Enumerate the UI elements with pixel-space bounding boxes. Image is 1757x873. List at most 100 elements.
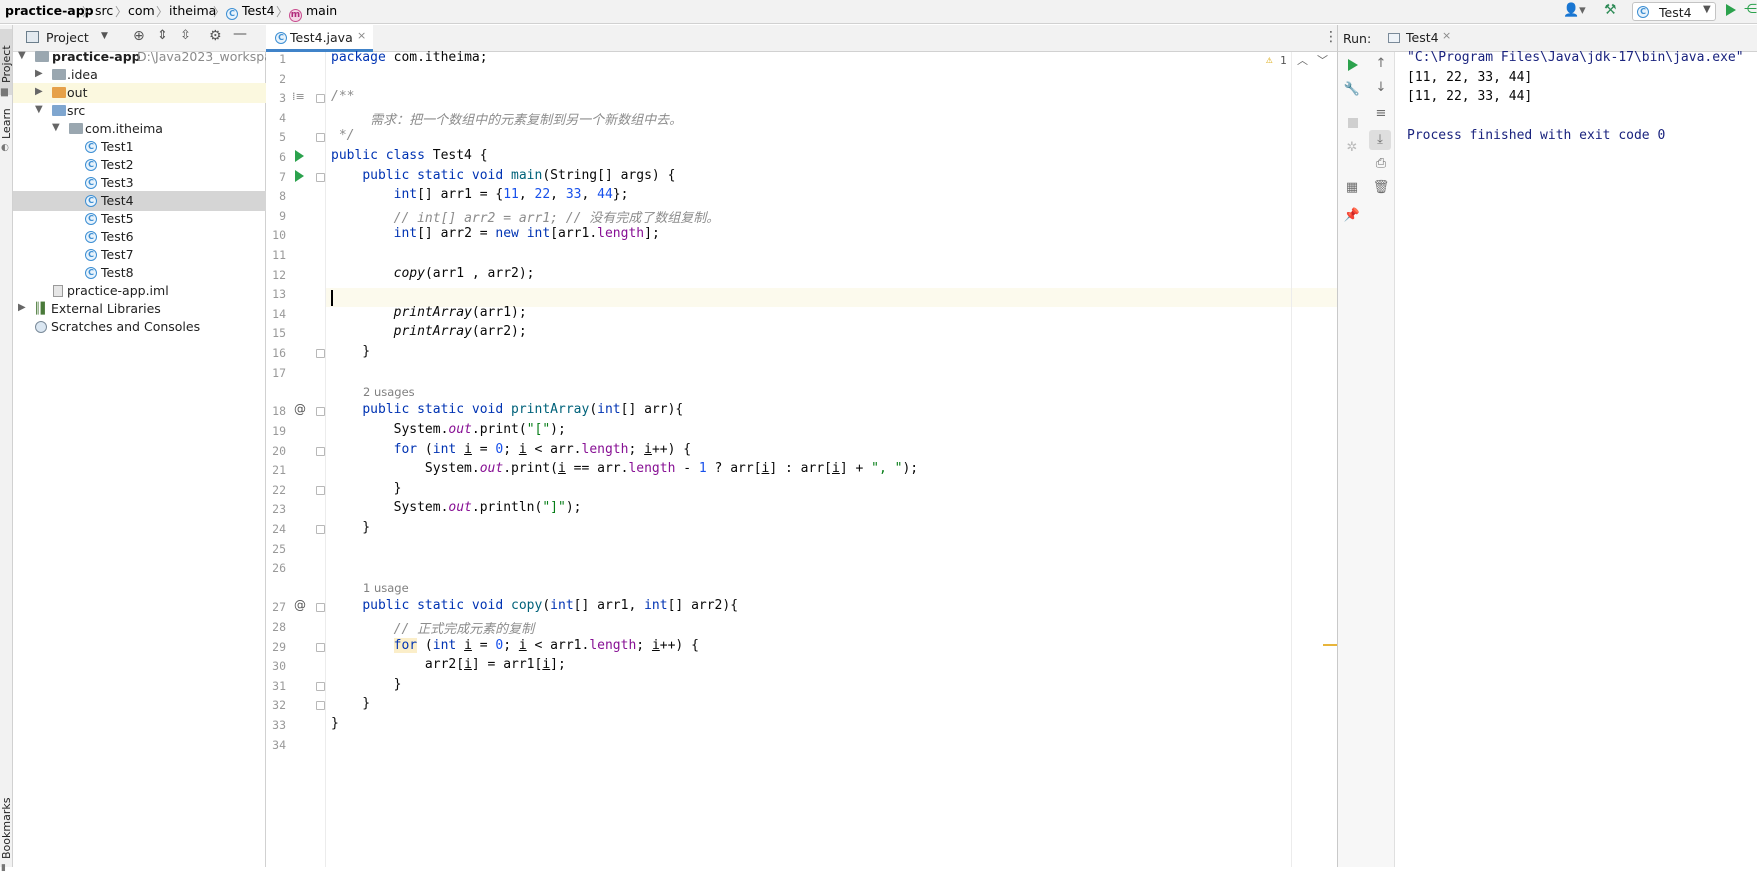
fold-icon[interactable] bbox=[316, 525, 325, 534]
tree-item-test7[interactable]: C Test7 bbox=[13, 245, 266, 265]
usages-hint[interactable]: 2 usages bbox=[363, 385, 415, 399]
console-output[interactable]: "C:\Program Files\Java\jdk-17\bin\java.e… bbox=[1395, 50, 1757, 867]
rerun-icon[interactable] bbox=[1348, 59, 1358, 71]
doc-render-icon[interactable]: ⁞≡ bbox=[292, 90, 305, 103]
right-margin-guide bbox=[1291, 52, 1292, 867]
tree-item-scratches[interactable]: Scratches and Consoles bbox=[13, 317, 266, 337]
chevron-right-icon[interactable]: ▶ bbox=[35, 68, 43, 79]
usages-hint[interactable]: 1 usage bbox=[363, 581, 409, 595]
locate-crosshair-icon[interactable]: ⊕ bbox=[133, 28, 145, 44]
warning-icon[interactable]: ⚠ bbox=[1266, 53, 1273, 66]
fold-icon[interactable] bbox=[316, 349, 325, 358]
warning-stripe-marker[interactable] bbox=[1323, 644, 1337, 646]
tree-item-test5[interactable]: C Test5 bbox=[13, 209, 266, 229]
fold-icon[interactable] bbox=[316, 643, 325, 652]
project-tool-label[interactable]: Project bbox=[0, 45, 13, 83]
code-editor[interactable]: package com.itheima; /** 需求：把一个数组中的元素复制到… bbox=[326, 50, 1337, 867]
run-play-icon[interactable] bbox=[1726, 4, 1736, 16]
collapse-all-icon[interactable]: ⇳ bbox=[180, 28, 191, 43]
tree-item-test2[interactable]: C Test2 bbox=[13, 155, 266, 175]
fold-icon[interactable] bbox=[316, 407, 325, 416]
breadcrumb-project[interactable]: practice-app bbox=[5, 3, 94, 18]
tree-item-src[interactable]: ▼ src bbox=[13, 101, 266, 121]
tree-item-iml[interactable]: practice-app.iml bbox=[13, 281, 266, 301]
fold-icon[interactable] bbox=[316, 133, 325, 142]
breadcrumb-method[interactable]: m main bbox=[289, 3, 337, 22]
breadcrumb-com[interactable]: com bbox=[128, 3, 155, 18]
previous-highlight-icon[interactable]: ︿ bbox=[1297, 52, 1308, 68]
fold-icon[interactable] bbox=[316, 603, 325, 612]
usages-icon[interactable]: @ bbox=[294, 598, 306, 612]
print-icon[interactable]: ⎙ bbox=[1372, 156, 1390, 171]
fold-icon[interactable] bbox=[316, 682, 325, 691]
tree-item-test1[interactable]: C Test1 bbox=[13, 137, 266, 157]
debug-bug-icon[interactable]: ⋲ bbox=[1744, 2, 1757, 17]
fold-icon[interactable] bbox=[316, 173, 325, 182]
run-configuration-select[interactable]: C Test4 ▼ bbox=[1632, 2, 1716, 21]
chevron-right-icon[interactable]: ▶ bbox=[35, 86, 43, 97]
tree-item-out[interactable]: ▶ out bbox=[13, 83, 266, 103]
project-tree: ▼ practice-app D:\Java2023_workspa ▶ .id… bbox=[13, 49, 266, 867]
tree-item-com-itheima[interactable]: ▼ com.itheima bbox=[13, 119, 266, 139]
tree-item-test6[interactable]: C Test6 bbox=[13, 227, 266, 247]
breadcrumb-src[interactable]: src bbox=[95, 3, 113, 18]
method-icon: m bbox=[289, 9, 302, 22]
run-panel-toolbar: 🔧 ✲ ▦ 📌 ↑ ↓ ≡ ⤓ ⎙ 🗑 bbox=[1337, 52, 1395, 867]
fold-icon[interactable] bbox=[316, 701, 325, 710]
tree-item-idea[interactable]: ▶ .idea bbox=[13, 65, 266, 85]
expand-all-icon[interactable]: ⇕ bbox=[157, 28, 168, 43]
gear-icon[interactable]: ⚙ bbox=[209, 28, 222, 44]
run-configuration-label: Test4 bbox=[1659, 5, 1692, 20]
run-method-icon[interactable] bbox=[295, 170, 304, 182]
fold-icon[interactable] bbox=[316, 94, 325, 103]
module-folder-icon bbox=[35, 51, 49, 62]
tree-item-label: .idea bbox=[67, 67, 98, 82]
scroll-to-end-toggle[interactable]: ⤓ bbox=[1369, 130, 1391, 150]
next-highlight-icon[interactable]: ﹀ bbox=[1317, 52, 1328, 68]
chevron-right-icon[interactable]: ▶ bbox=[18, 302, 26, 313]
fold-icon[interactable] bbox=[316, 447, 325, 456]
tree-item-test3[interactable]: C Test3 bbox=[13, 173, 266, 193]
line-number: 28 bbox=[272, 620, 286, 634]
usages-icon[interactable]: @ bbox=[294, 402, 306, 416]
arrow-up-icon[interactable]: ↑ bbox=[1372, 56, 1390, 71]
more-options-icon[interactable]: ⋮ bbox=[1324, 29, 1338, 45]
tree-item-test8[interactable]: C Test8 bbox=[13, 263, 266, 283]
tree-item-label: External Libraries bbox=[51, 301, 161, 316]
chevron-down-icon[interactable]: ▼ bbox=[35, 104, 43, 115]
bookmarks-tool-label[interactable]: Bookmarks bbox=[0, 798, 13, 859]
soft-wrap-icon[interactable]: ≡ bbox=[1372, 106, 1390, 121]
breadcrumb-itheima[interactable]: itheima bbox=[169, 3, 216, 18]
hide-panel-icon[interactable]: — bbox=[233, 26, 247, 42]
run-class-icon[interactable] bbox=[295, 150, 304, 162]
arrow-down-icon[interactable]: ↓ bbox=[1372, 80, 1390, 95]
close-icon[interactable]: × bbox=[1442, 29, 1451, 42]
close-icon[interactable]: × bbox=[357, 29, 366, 42]
chevron-down-icon[interactable]: ▼ bbox=[52, 122, 60, 133]
class-icon: C bbox=[275, 32, 287, 44]
warning-count[interactable]: 1 bbox=[1280, 54, 1287, 67]
project-view-title[interactable]: Project bbox=[46, 30, 89, 45]
layout-grid-icon[interactable]: ▦ bbox=[1343, 180, 1361, 195]
wrench-icon[interactable]: 🔧 bbox=[1343, 82, 1361, 97]
build-hammer-icon[interactable]: ⚒ bbox=[1604, 2, 1617, 18]
line-number: 12 bbox=[272, 268, 286, 282]
class-icon: C bbox=[85, 141, 97, 153]
learn-tool-label[interactable]: Learn bbox=[0, 108, 13, 139]
chevron-down-icon[interactable]: ▼ bbox=[101, 31, 108, 41]
fold-icon[interactable] bbox=[316, 486, 325, 495]
tab-test4-java[interactable]: C Test4.java × bbox=[266, 25, 373, 52]
line-number: 26 bbox=[272, 561, 286, 575]
run-tab-test4[interactable]: Test4 × bbox=[1385, 25, 1455, 52]
tree-item-external-libraries[interactable]: ▶ ║▌ External Libraries bbox=[13, 299, 266, 319]
tree-item-test4[interactable]: C Test4 bbox=[13, 191, 266, 211]
tree-item-practice-app[interactable]: ▼ practice-app D:\Java2023_workspa bbox=[13, 47, 266, 67]
chevron-down-icon[interactable]: ▼ bbox=[18, 50, 26, 61]
pin-icon[interactable]: 📌 bbox=[1343, 208, 1361, 223]
breadcrumb-class[interactable]: C Test4 bbox=[226, 3, 275, 20]
tree-item-label: Scratches and Consoles bbox=[51, 319, 201, 334]
restore-layout-icon[interactable]: ✲ bbox=[1343, 140, 1361, 155]
trash-icon[interactable]: 🗑 bbox=[1372, 180, 1390, 195]
user-account-icon[interactable]: 👤▾ bbox=[1563, 3, 1586, 18]
stop-icon[interactable] bbox=[1348, 118, 1358, 128]
